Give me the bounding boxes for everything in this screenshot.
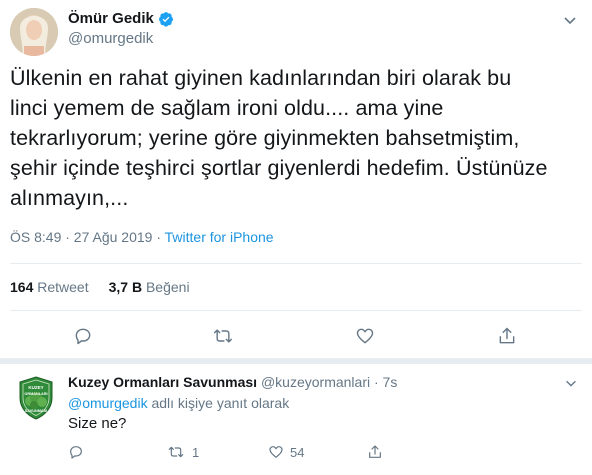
reply-avatar-text-top: KUZEY bbox=[28, 385, 43, 390]
like-icon bbox=[268, 444, 284, 460]
reply-avatar[interactable]: KUZEY ORMANLARI SAVUNMASI bbox=[12, 374, 60, 422]
like-icon[interactable] bbox=[355, 326, 375, 346]
reply-like-count: 54 bbox=[290, 444, 305, 460]
like-stat-label: Beğeni bbox=[145, 279, 190, 295]
chevron-down-icon[interactable] bbox=[564, 376, 578, 390]
retweet-stat[interactable]: 164 Retweet bbox=[10, 279, 89, 295]
reply-retweet-button[interactable]: 1 bbox=[166, 444, 199, 460]
share-icon bbox=[367, 444, 383, 460]
retweet-icon bbox=[166, 444, 186, 460]
replying-suffix: adlı kişiye yanıt olarak bbox=[147, 395, 290, 411]
author-name[interactable]: Ömür Gedik bbox=[68, 10, 174, 27]
reply-icon bbox=[68, 444, 84, 460]
tweet-source-link[interactable]: Twitter for iPhone bbox=[165, 229, 274, 245]
reply-avatar-text-mid: ORMANLARI bbox=[24, 392, 47, 396]
main-tweet: Ömür Gedik @omurgedik Ülkenin en rahat g… bbox=[0, 0, 592, 357]
reply-author-name[interactable]: Kuzey Ormanları Savunması bbox=[68, 374, 257, 390]
retweet-icon[interactable] bbox=[212, 326, 233, 346]
reply-header: Kuzey Ormanları Savunması @kuzeyormanlar… bbox=[68, 374, 397, 390]
tweet-text: Ülkenin en rahat giyinen kadınlarından b… bbox=[10, 66, 548, 210]
reply-avatar-text-bot: SAVUNMASI bbox=[25, 409, 48, 413]
reply-actions: 1 54 bbox=[68, 444, 568, 464]
verified-badge-icon bbox=[158, 11, 174, 27]
share-icon[interactable] bbox=[497, 326, 517, 346]
replying-to: @omurgedik adlı kişiye yanıt olarak bbox=[68, 395, 289, 411]
reply-like-button[interactable]: 54 bbox=[268, 444, 304, 460]
reply-share-button[interactable] bbox=[367, 444, 383, 460]
reply-time[interactable]: · 7s bbox=[374, 374, 397, 390]
author-handle[interactable]: @omurgedik bbox=[68, 30, 153, 47]
replying-mention-link[interactable]: @omurgedik bbox=[68, 395, 148, 411]
tweet-meta: ÖS 8:49 · 27 Ağu 2019 · Twitter for iPho… bbox=[10, 229, 274, 245]
divider bbox=[10, 263, 582, 264]
retweet-count: 164 bbox=[10, 279, 34, 295]
reply-tweet[interactable]: KUZEY ORMANLARI SAVUNMASI Kuzey Ormanlar… bbox=[0, 364, 592, 475]
tweet-timestamp[interactable]: ÖS 8:49 · 27 Ağu 2019 · bbox=[10, 229, 165, 245]
author-name-text[interactable]: Ömür Gedik bbox=[68, 10, 154, 27]
reply-text: Size ne? bbox=[68, 415, 127, 432]
like-stat[interactable]: 3,7 B Beğeni bbox=[109, 279, 190, 295]
reply-retweet-count: 1 bbox=[192, 444, 200, 460]
reply-reply-button[interactable] bbox=[68, 444, 84, 460]
retweet-stat-label: Retweet bbox=[37, 279, 89, 295]
divider bbox=[10, 310, 582, 311]
reply-icon[interactable] bbox=[73, 326, 93, 346]
reply-author-handle[interactable]: @kuzeyormanlari bbox=[261, 374, 370, 390]
author-avatar[interactable] bbox=[10, 8, 58, 56]
chevron-down-icon[interactable] bbox=[562, 12, 578, 28]
tweet-stats: 164 Retweet 3,7 B Beğeni bbox=[10, 279, 190, 295]
like-count: 3,7 B bbox=[108, 279, 143, 295]
tweet-actions bbox=[0, 322, 592, 350]
